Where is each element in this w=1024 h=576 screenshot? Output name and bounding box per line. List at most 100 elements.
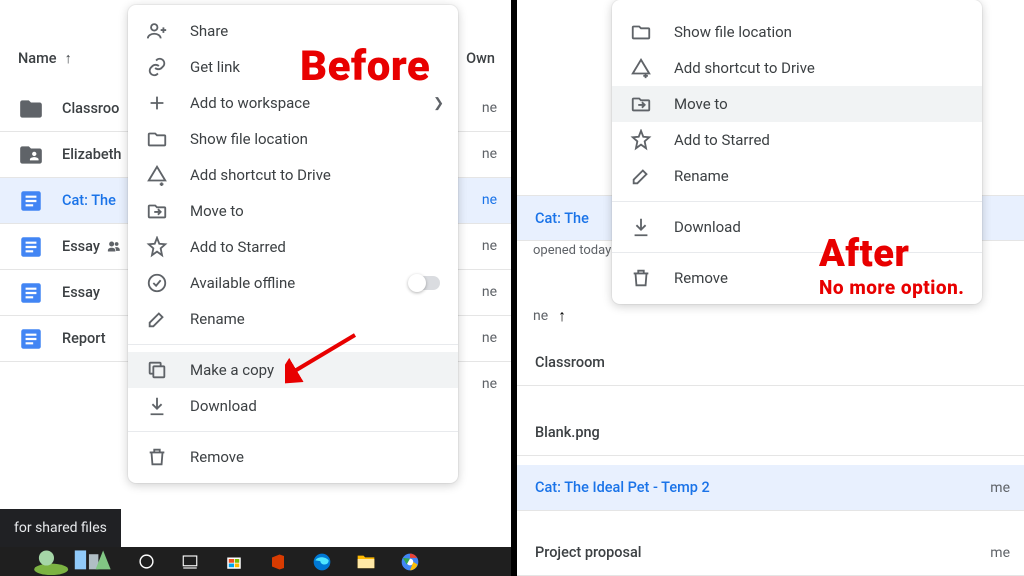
owner-cell: me — [990, 545, 1010, 561]
menu-move-to[interactable]: Move to — [612, 86, 982, 122]
menu-remove[interactable]: Remove — [128, 439, 458, 475]
sort-arrow-up-icon: ↑ — [65, 50, 72, 67]
file-name: Blank.png — [535, 424, 600, 441]
file-name: Project proposal — [535, 544, 642, 561]
task-view-icon[interactable] — [179, 551, 201, 573]
file-explorer-icon[interactable] — [355, 551, 377, 573]
edit-icon — [146, 308, 168, 330]
menu-label: Remove — [190, 448, 244, 466]
folder-outline-icon — [630, 21, 652, 43]
link-icon — [146, 56, 168, 78]
menu-add-starred[interactable]: Add to Starred — [612, 122, 982, 158]
menu-rename[interactable]: Rename — [612, 158, 982, 194]
move-icon — [630, 93, 652, 115]
menu-label: Share — [190, 22, 228, 40]
store-icon[interactable] — [223, 551, 245, 573]
file-name: Essay — [62, 238, 100, 255]
download-icon — [146, 395, 168, 417]
menu-label: Move to — [190, 202, 244, 220]
file-row[interactable]: Classroom — [517, 340, 1024, 386]
cortana-icon[interactable] — [135, 551, 157, 573]
header-name-label: ne — [533, 308, 548, 324]
menu-label: Add shortcut to Drive — [190, 166, 331, 184]
file-name: Cat: The — [62, 192, 116, 209]
arrow-annotation — [285, 330, 360, 385]
download-icon — [630, 216, 652, 238]
menu-move-to[interactable]: Move to — [128, 193, 458, 229]
menu-label: Rename — [674, 167, 729, 185]
sort-arrow-up-icon: ↑ — [558, 306, 566, 326]
menu-label: Get link — [190, 58, 240, 76]
menu-label: Remove — [674, 269, 728, 287]
chevron-right-icon: ❯ — [433, 96, 444, 111]
menu-offline[interactable]: Available offline — [128, 265, 458, 301]
right-panel: Cat: The opened today ne ↑ Classroom Bla… — [517, 0, 1024, 576]
folder-icon — [18, 96, 44, 122]
drive-shortcut-icon — [146, 164, 168, 186]
edit-icon — [630, 165, 652, 187]
menu-download[interactable]: Download — [128, 388, 458, 424]
drive-shortcut-icon — [630, 57, 652, 79]
owner-cell: ne — [482, 100, 497, 116]
owner-cell: me — [990, 480, 1010, 496]
menu-label: Make a copy — [190, 361, 274, 379]
menu-label: Show file location — [674, 23, 792, 41]
owner-cell: ne — [482, 238, 497, 254]
owner-cell: ne — [482, 146, 497, 162]
context-menu-after: Show file location Add shortcut to Drive… — [612, 0, 982, 304]
plus-icon — [146, 92, 168, 114]
column-header-name[interactable]: Name ↑ — [18, 50, 72, 67]
menu-show-location[interactable]: Show file location — [612, 14, 982, 50]
menu-label: Add to workspace — [190, 94, 310, 112]
trash-icon — [146, 446, 168, 468]
menu-download[interactable]: Download — [612, 209, 982, 245]
menu-label: Move to — [674, 95, 728, 113]
file-row[interactable]: Project proposal — [517, 530, 1024, 576]
file-row-selected[interactable]: Cat: The Ideal Pet - Temp 2 — [517, 465, 1024, 511]
menu-label: Download — [674, 218, 741, 236]
docs-icon — [18, 326, 44, 352]
trash-icon — [630, 267, 652, 289]
menu-separator — [612, 252, 982, 253]
menu-show-location[interactable]: Show file location — [128, 121, 458, 157]
file-row[interactable]: Blank.png — [517, 410, 1024, 456]
owner-cell: ne — [482, 376, 497, 392]
owner-cell: ne — [482, 284, 497, 300]
menu-label: Download — [190, 397, 257, 415]
folder-shared-icon — [18, 142, 44, 168]
menu-label: Available offline — [190, 274, 295, 292]
column-header-name[interactable]: ne ↑ — [533, 306, 566, 326]
file-name: Classroo — [62, 100, 119, 117]
file-name: Elizabeth — [62, 146, 122, 163]
office-icon[interactable] — [267, 551, 289, 573]
menu-label: Rename — [190, 310, 245, 328]
annotation-after-sub: No more option. — [819, 276, 964, 299]
menu-label: Show file location — [190, 130, 308, 148]
edge-icon[interactable] — [311, 551, 333, 573]
menu-separator — [128, 431, 458, 432]
menu-label: Add to Starred — [190, 238, 286, 256]
shared-icon — [106, 239, 121, 254]
menu-label: Add to Starred — [674, 131, 770, 149]
menu-label: Add shortcut to Drive — [674, 59, 815, 77]
folder-outline-icon — [146, 128, 168, 150]
file-name: Report — [62, 330, 106, 347]
owner-cell: ne — [482, 330, 497, 346]
file-name: Classroom — [535, 354, 605, 371]
chrome-icon[interactable] — [399, 551, 421, 573]
owner-cell: ne — [482, 192, 497, 208]
docs-icon — [18, 280, 44, 306]
snackbar-text: for shared files — [14, 520, 107, 536]
menu-add-shortcut[interactable]: Add shortcut to Drive — [128, 157, 458, 193]
menu-add-shortcut[interactable]: Add shortcut to Drive — [612, 50, 982, 86]
offline-icon — [146, 272, 168, 294]
docs-icon — [18, 188, 44, 214]
column-header-owner[interactable]: Own — [466, 50, 495, 67]
menu-add-starred[interactable]: Add to Starred — [128, 229, 458, 265]
opened-today-text: opened today — [533, 243, 611, 258]
file-name: Essay — [62, 284, 100, 301]
offline-toggle[interactable] — [410, 276, 440, 290]
menu-separator — [612, 201, 982, 202]
taskbar-art — [32, 541, 127, 575]
annotation-before: Before — [300, 42, 430, 91]
